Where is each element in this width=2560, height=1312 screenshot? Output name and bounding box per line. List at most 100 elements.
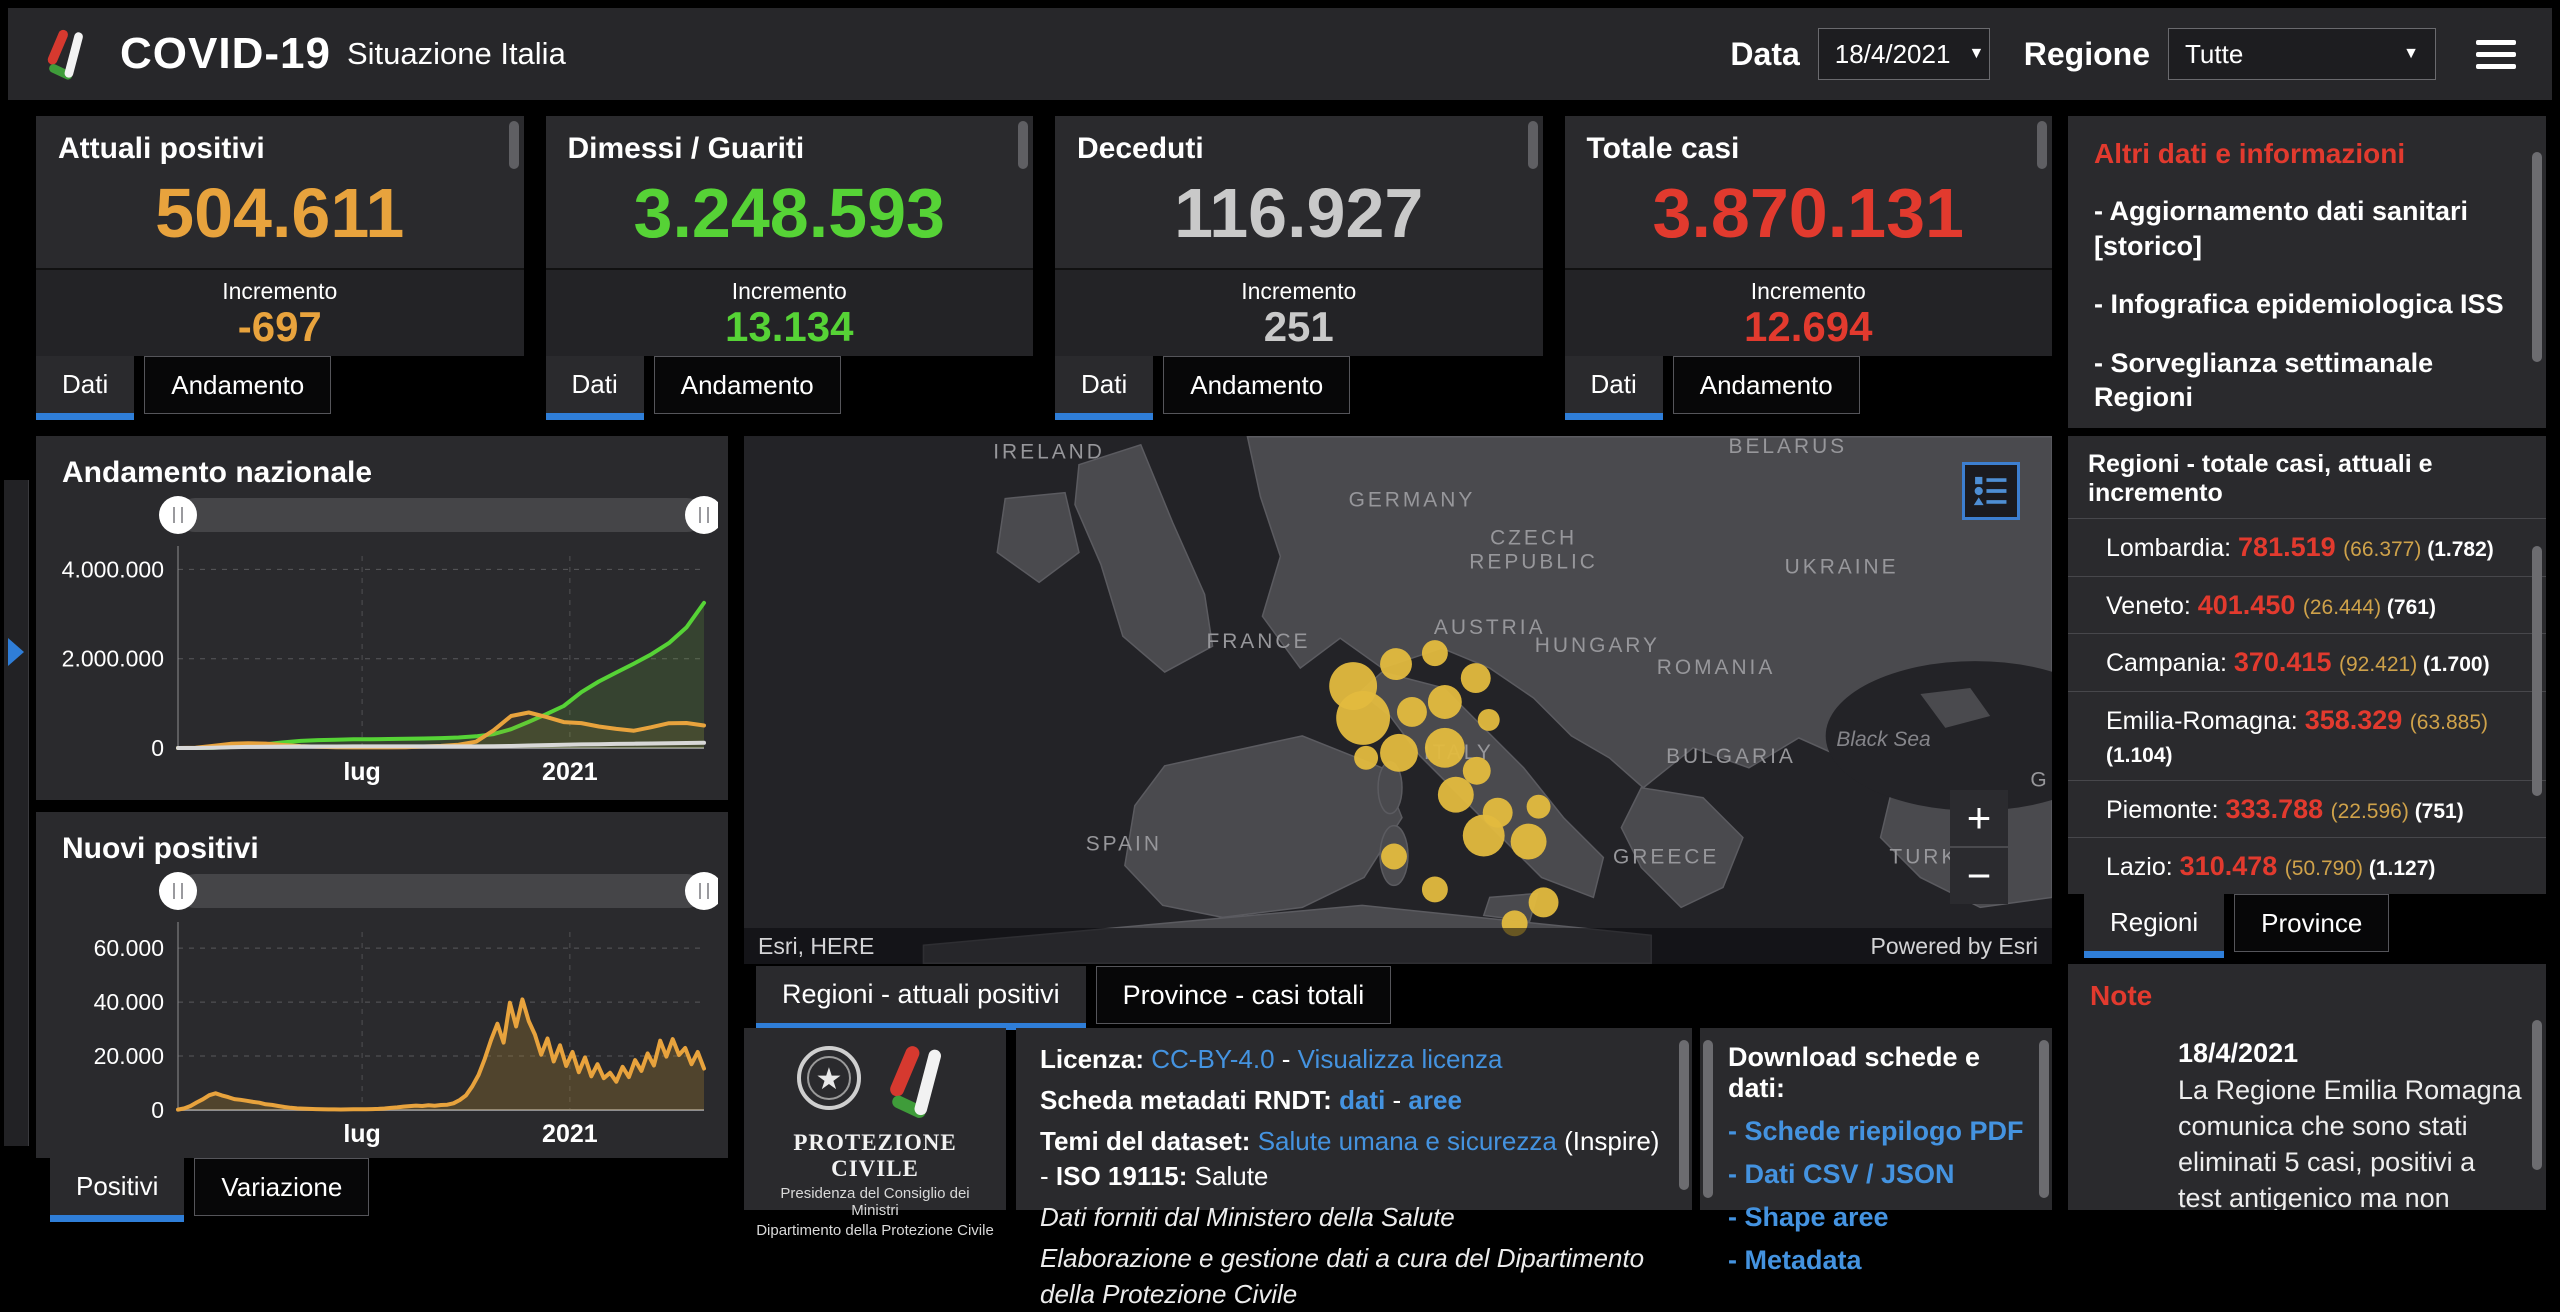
scrollbar[interactable]: [1018, 121, 1028, 169]
region-data-bubble[interactable]: [1421, 876, 1448, 903]
chevron-down-icon: ▼: [1968, 45, 1985, 62]
region-row[interactable]: Lazio: 310.478 (50.790) (1.127): [2068, 837, 2546, 894]
license-link[interactable]: Salute umana e sicurezza: [1258, 1126, 1557, 1156]
license-link[interactable]: CC-BY-4.0: [1151, 1044, 1274, 1074]
increment-label: Incremento: [1241, 278, 1357, 304]
y-axis-tick: 0: [151, 1097, 164, 1123]
date-select[interactable]: 18/4/2021 ▼: [1817, 28, 1990, 80]
map-country-label: GERMANY: [1349, 489, 1476, 512]
hamburger-menu-icon[interactable]: [2476, 33, 2516, 76]
regions-tab-regioni[interactable]: Regioni: [2084, 894, 2225, 958]
region-data-bubble[interactable]: [1460, 663, 1491, 694]
stat-card: Deceduti 116.927 Incremento 251 Dati Andament…: [1055, 116, 1543, 422]
date-label: Data: [1730, 35, 1800, 72]
scrollbar[interactable]: [2037, 121, 2047, 169]
license-link[interactable]: aree: [1408, 1085, 1462, 1115]
region-row[interactable]: Piemonte: 333.788 (22.596) (751): [2068, 779, 2546, 838]
stat-card-tab-andamento[interactable]: Andamento: [1672, 356, 1860, 414]
region-data-bubble[interactable]: [1380, 648, 1412, 681]
region-row[interactable]: Lombardia: 781.519 (66.377) (1.782): [2068, 518, 2546, 576]
region-select[interactable]: Tutte ▼: [2168, 28, 2436, 80]
time-slider-handle-left[interactable]: [159, 496, 197, 534]
region-row[interactable]: Emilia-Romagna: 358.329 (63.885) (1.104): [2068, 690, 2546, 780]
stat-card-tab-andamento[interactable]: Andamento: [1163, 356, 1351, 414]
region-data-bubble[interactable]: [1381, 843, 1407, 870]
scrollbar[interactable]: [2039, 1040, 2049, 1198]
scrollbar[interactable]: [1679, 1040, 1689, 1190]
region-row[interactable]: Veneto: 401.450 (26.444) (761): [2068, 575, 2546, 634]
map-tab-regioni-attuali-positivi[interactable]: Regioni - attuali positivi: [756, 966, 1086, 1030]
new-positives-tab-variazione[interactable]: Variazione: [194, 1158, 370, 1216]
region-total-cases: 310.478: [2179, 851, 2285, 881]
stat-card-tab-dati[interactable]: Dati: [36, 356, 135, 420]
collapsed-side-panel[interactable]: [4, 480, 29, 1146]
scrollbar[interactable]: [1703, 1040, 1713, 1198]
region-data-bubble[interactable]: [1528, 887, 1559, 918]
page-subtitle: Situazione Italia: [346, 36, 566, 71]
region-data-bubble[interactable]: [1397, 697, 1427, 727]
map-country-label: Black Sea: [1836, 728, 1930, 751]
download-link[interactable]: - Dati CSV / JSON: [1728, 1159, 2024, 1190]
map-tabbar: Regioni - attuali positivi Province - cas…: [756, 966, 1392, 1030]
regions-tab-province[interactable]: Province: [2234, 894, 2390, 952]
map-zoom-out-button[interactable]: −: [1950, 848, 2008, 904]
new-positives-tab-positivi[interactable]: Positivi: [50, 1158, 185, 1222]
scrollbar[interactable]: [2532, 1020, 2542, 1170]
region-data-bubble[interactable]: [1526, 794, 1551, 819]
powered-by-esri-link[interactable]: Powered by Esri: [1871, 933, 2038, 960]
europe-map[interactable]: IRELAND GERMANY CZECH REPUBLIC BELARUS UKRAIN…: [744, 436, 2052, 964]
license-link[interactable]: Visualizza licenza: [1298, 1044, 1503, 1074]
region-data-bubble[interactable]: [1421, 640, 1448, 667]
scrollbar[interactable]: [1527, 121, 1538, 169]
map-zoom-in-button[interactable]: +: [1950, 790, 2008, 846]
stat-card-value: 3.870.131: [1652, 174, 1964, 252]
stat-card-tab-dati[interactable]: Dati: [1055, 356, 1154, 420]
stat-card-increment-band: Incremento 13.134: [545, 268, 1033, 356]
region-data-bubble[interactable]: [1336, 691, 1391, 745]
expand-panel-arrow-icon[interactable]: [8, 638, 24, 666]
map-country-label: GREECE: [1613, 846, 1719, 869]
stat-card-value: 3.248.593: [633, 174, 945, 252]
map-legend-button[interactable]: [1962, 462, 2020, 520]
region-increment: (1.700): [2423, 653, 2490, 676]
stat-card-tab-dati[interactable]: Dati: [545, 356, 644, 420]
region-current-positives: (92.421): [2338, 653, 2424, 676]
stat-card-tab-dati[interactable]: Dati: [1564, 356, 1663, 420]
note-text: La Regione Emilia Romagna comunica che s…: [2178, 1075, 2522, 1210]
time-slider-handle-left[interactable]: [159, 872, 197, 910]
other-data-link[interactable]: - Sorveglianza settimanale Regioni: [2094, 346, 2520, 415]
region-data-bubble[interactable]: [1424, 727, 1465, 768]
region-row[interactable]: Campania: 370.415 (92.421) (1.700): [2068, 633, 2546, 691]
region-data-bubble[interactable]: [1354, 745, 1379, 770]
map-tab-province-casi-totali[interactable]: Province - casi totali: [1095, 966, 1392, 1024]
region-data-bubble[interactable]: [1427, 685, 1462, 719]
region-current-positives: (26.444): [2302, 595, 2387, 619]
note-panel: Note 18/4/2021 La Regione Emilia Romagna…: [2068, 964, 2546, 1210]
stat-card-tab-andamento[interactable]: Andamento: [653, 356, 841, 414]
stat-card-tabbar: Dati Andamento: [545, 356, 1034, 420]
region-data-bubble[interactable]: [1437, 776, 1474, 813]
increment-value: 251: [1263, 303, 1334, 350]
stat-card-value: 504.611: [155, 174, 405, 252]
scrollbar[interactable]: [508, 121, 519, 169]
protezione-civile-logo-icon: [47, 29, 83, 80]
protezione-civile-logo-card: ★ PROTEZIONE CIVILE Presidenza del Consi…: [744, 1028, 1006, 1239]
stat-card-tab-andamento[interactable]: Andamento: [144, 356, 332, 414]
region-total-cases: 401.450: [2197, 589, 2303, 620]
region-data-bubble[interactable]: [1462, 814, 1505, 857]
download-link[interactable]: - Shape aree: [1728, 1202, 2024, 1233]
region-data-bubble[interactable]: [1380, 733, 1418, 772]
download-link[interactable]: - Metadata: [1728, 1245, 2024, 1276]
region-data-bubble[interactable]: [1510, 823, 1547, 860]
other-data-link[interactable]: - Aggiornamento dati sanitari [storico]: [2094, 194, 2520, 263]
org-line2: Dipartimento della Protezione Civile: [756, 1222, 994, 1239]
scrollbar[interactable]: [2532, 152, 2542, 362]
scrollbar[interactable]: [2532, 546, 2542, 796]
region-data-bubble[interactable]: [1477, 708, 1500, 731]
license-link[interactable]: dati: [1339, 1085, 1385, 1115]
region-current-positives: (66.377): [2343, 538, 2428, 561]
region-data-bubble[interactable]: [1462, 756, 1491, 785]
download-link[interactable]: - Schede riepilogo PDF: [1728, 1116, 2024, 1147]
y-axis-tick: 20.000: [94, 1043, 164, 1069]
other-data-link[interactable]: - Infografica epidemiologica ISS: [2094, 287, 2520, 322]
